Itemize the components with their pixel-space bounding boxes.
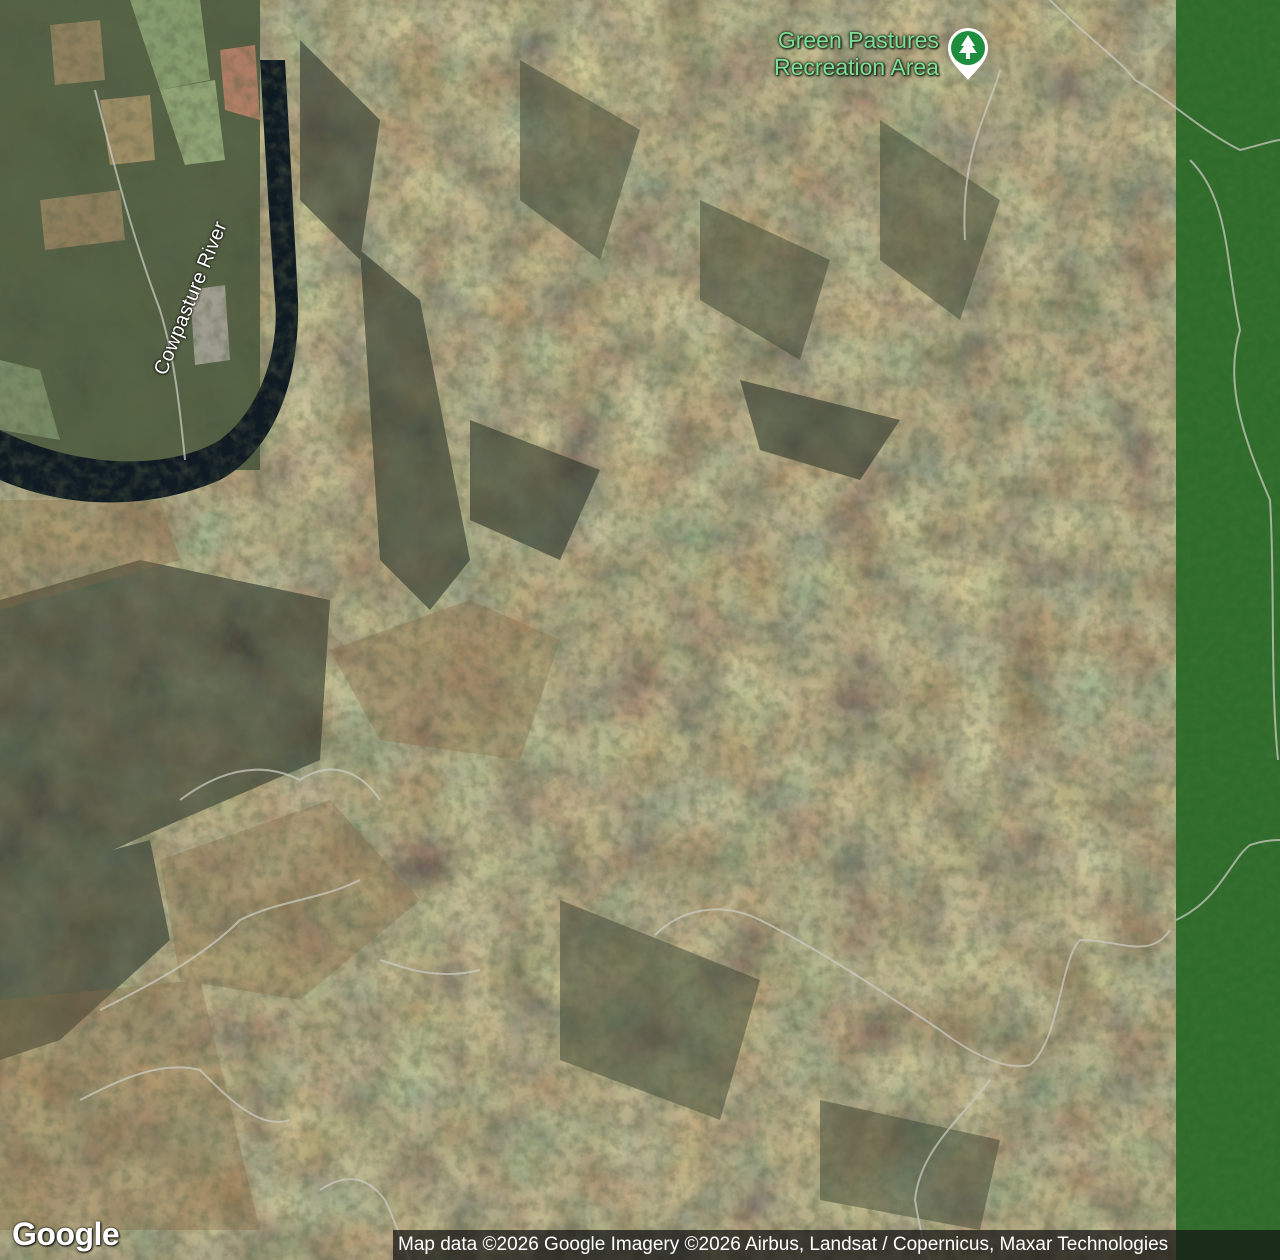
poi-pin[interactable] [945, 26, 991, 82]
tree-icon [947, 28, 988, 80]
satellite-imagery [0, 0, 1280, 1260]
poi-green-pastures[interactable]: Green Pastures Recreation Area [774, 26, 991, 82]
poi-label[interactable]: Green Pastures Recreation Area [774, 27, 939, 81]
poi-name-line1: Green Pastures [777, 27, 939, 53]
map-attribution[interactable]: Map data ©2026 Google Imagery ©2026 Airb… [393, 1230, 1280, 1260]
satellite-map[interactable]: Green Pastures Recreation Area Cowpastur… [0, 0, 1280, 1260]
poi-name-line2: Recreation Area [774, 54, 939, 80]
google-logo: Google [12, 1216, 120, 1252]
